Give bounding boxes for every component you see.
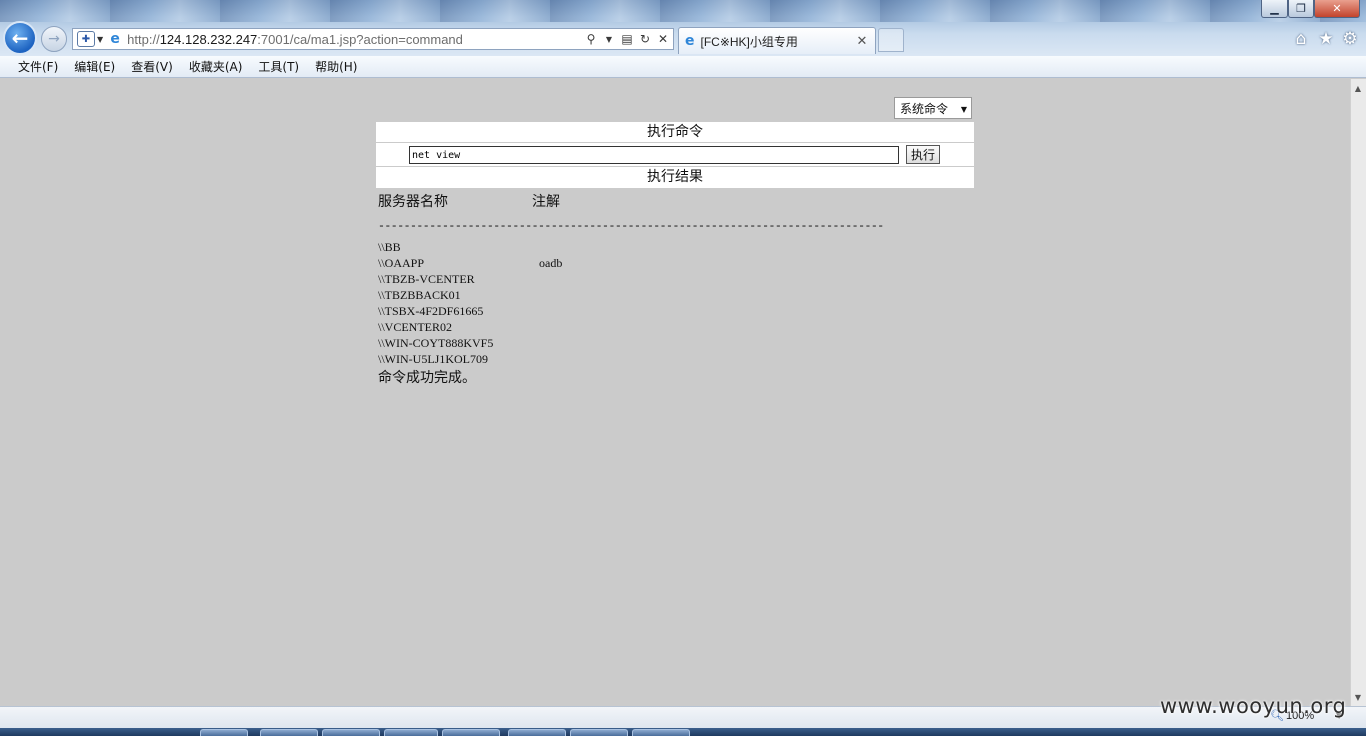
address-bar[interactable]: ✚ ▼ e http://124.128.232.247:7001/ca/ma1… <box>72 28 674 50</box>
server-name: \\TSBX-4F2DF61665 <box>378 304 484 318</box>
server-remark: oadb <box>539 256 563 270</box>
menu-help[interactable]: 帮助(H) <box>307 58 365 75</box>
taskbar-button[interactable] <box>384 729 438 736</box>
list-item: \\TSBX-4F2DF61665 <box>378 303 678 319</box>
taskbar-button[interactable] <box>508 729 566 736</box>
list-item: \\TBZB-VCENTER <box>378 271 678 287</box>
result-output: 服务器名称 注解 -------------------------------… <box>378 190 968 386</box>
menu-favorites[interactable]: 收藏夹(A) <box>181 58 251 75</box>
panel-heading: 执行命令 <box>376 122 974 143</box>
tab-active[interactable]: e [FC※HK]小组专用 ✕ <box>678 27 876 54</box>
server-name: \\WIN-COYT888KVF5 <box>378 336 494 350</box>
list-item: \\WIN-U5LJ1KOL709 <box>378 351 678 367</box>
chevron-down-icon[interactable]: ▼ <box>97 35 103 44</box>
ie-page-icon: e <box>685 33 695 49</box>
close-window-button[interactable]: ✕ <box>1314 0 1360 18</box>
taskbar-button[interactable] <box>570 729 628 736</box>
taskbar-button[interactable] <box>200 729 248 736</box>
taskbar-button[interactable] <box>260 729 318 736</box>
forward-button[interactable]: → <box>41 26 67 52</box>
server-list: \\BB \\OAAPP oadb \\TBZB-VCENTER \\TBZBBA… <box>378 239 678 367</box>
execute-button[interactable]: 执行 <box>906 145 940 164</box>
gear-icon[interactable]: ⚙ <box>1340 29 1360 49</box>
menu-bar: 文件(F) 编辑(E) 查看(V) 收藏夹(A) 工具(T) 帮助(H) <box>0 56 1366 78</box>
compat-view-icon[interactable]: ▤ <box>619 32 635 46</box>
vertical-scrollbar[interactable] <box>1350 79 1366 706</box>
separator-line: ----------------------------------------… <box>378 220 884 233</box>
server-name: \\TBZB-VCENTER <box>378 272 475 286</box>
url-prefix: http:// <box>127 31 160 47</box>
command-input[interactable] <box>409 146 899 164</box>
taskbar-button[interactable] <box>632 729 690 736</box>
command-row: 执行 <box>376 143 974 167</box>
server-name: \\BB <box>378 240 401 254</box>
menu-tools[interactable]: 工具(T) <box>250 58 307 75</box>
chevron-down-icon: ▼ <box>960 105 967 114</box>
function-select-value: 系统命令 <box>900 101 949 116</box>
menu-edit[interactable]: 编辑(E) <box>66 58 123 75</box>
tab-title: [FC※HK]小组专用 <box>700 34 798 49</box>
scroll-up-icon[interactable]: ▲ <box>1350 80 1366 96</box>
taskbar-button[interactable] <box>322 729 380 736</box>
list-item: \\VCENTER02 <box>378 319 678 335</box>
list-item: \\BB <box>378 239 678 255</box>
list-item: \\WIN-COYT888KVF5 <box>378 335 678 351</box>
function-select[interactable]: 系统命令 ▼ <box>894 97 972 119</box>
command-panel: 执行命令 执行 执行结果 <box>376 122 974 188</box>
compatibility-view-icon[interactable]: ✚ <box>77 31 95 47</box>
list-item: \\TBZBBACK01 <box>378 287 678 303</box>
back-button[interactable]: ← <box>3 21 37 55</box>
column-server-name: 服务器名称 <box>378 194 448 210</box>
watermark: www.wooyun.org <box>1160 694 1347 718</box>
url-path: :7001/ca/ma1.jsp?action=command <box>257 31 463 47</box>
result-column-headers: 服务器名称 注解 <box>378 190 968 212</box>
star-icon[interactable]: ★ <box>1316 29 1336 49</box>
search-icon[interactable]: ⚲ <box>583 32 599 46</box>
url-text[interactable]: http://124.128.232.247:7001/ca/ma1.jsp?a… <box>127 32 583 47</box>
chevron-down-icon[interactable]: ▼ <box>601 35 617 44</box>
minimize-button[interactable]: ▁ <box>1261 0 1288 18</box>
home-icon[interactable]: ⌂ <box>1291 29 1311 49</box>
new-tab-button[interactable] <box>878 28 904 52</box>
stop-icon[interactable]: ✕ <box>655 32 671 46</box>
result-heading: 执行结果 <box>376 167 974 188</box>
ie-page-icon: e <box>110 31 120 47</box>
menu-file[interactable]: 文件(F) <box>10 58 66 75</box>
arrow-right-icon: → <box>48 31 60 47</box>
server-name: \\TBZBBACK01 <box>378 288 461 302</box>
column-remark: 注解 <box>532 194 560 210</box>
title-bar-background <box>0 0 1366 22</box>
refresh-icon[interactable]: ↻ <box>637 32 653 46</box>
completion-message: 命令成功完成。 <box>378 370 476 386</box>
server-name: \\VCENTER02 <box>378 320 452 334</box>
server-name: \\OAAPP <box>378 256 425 270</box>
list-item: \\OAAPP oadb <box>378 255 678 271</box>
server-name: \\WIN-U5LJ1KOL709 <box>378 352 488 366</box>
menu-view[interactable]: 查看(V) <box>123 58 181 75</box>
taskbar-button[interactable] <box>442 729 500 736</box>
maximize-button[interactable]: ❐ <box>1288 0 1314 18</box>
tab-close-icon[interactable]: ✕ <box>855 34 869 49</box>
arrow-left-icon: ← <box>11 26 29 50</box>
scroll-down-icon[interactable]: ▼ <box>1350 689 1366 705</box>
url-host: 124.128.232.247 <box>159 31 258 47</box>
